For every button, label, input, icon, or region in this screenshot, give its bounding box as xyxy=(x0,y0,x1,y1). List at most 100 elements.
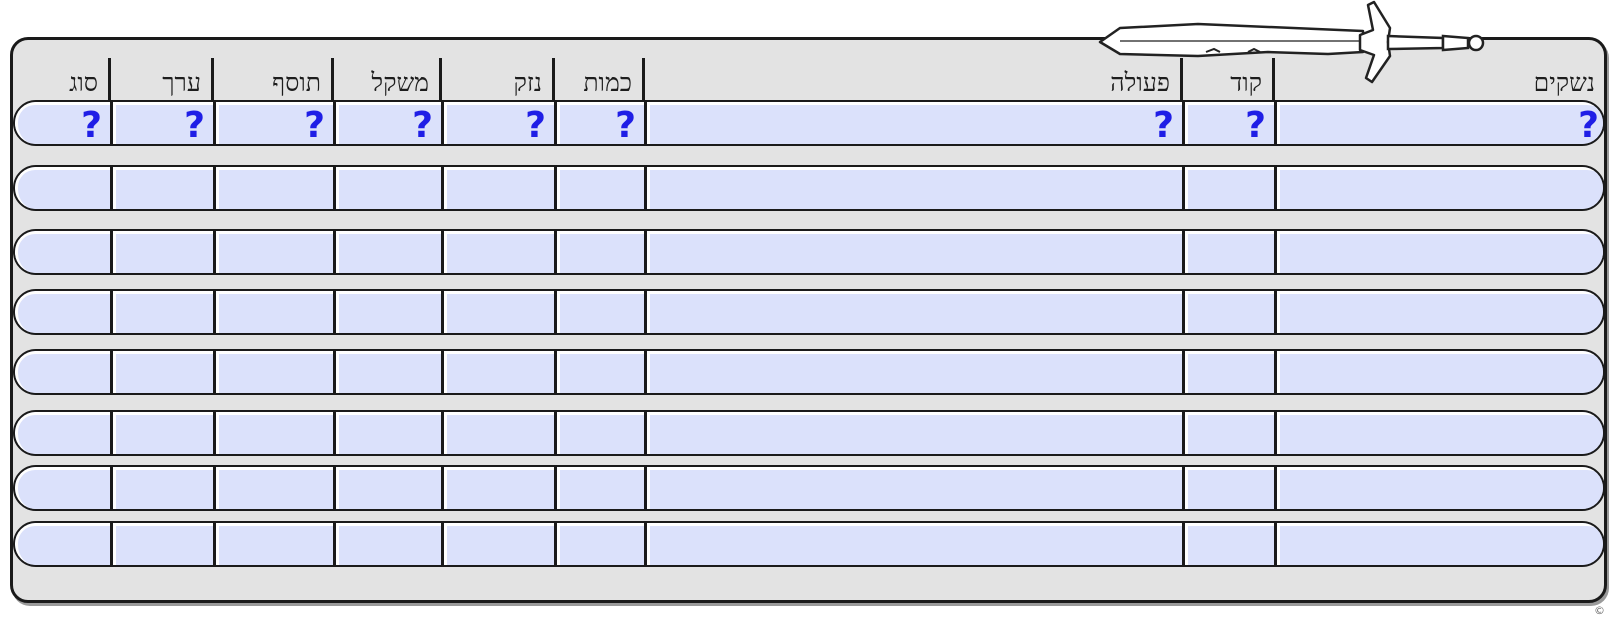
field-quantity[interactable] xyxy=(557,467,644,509)
field-quantity[interactable] xyxy=(557,412,644,454)
field-bonus[interactable] xyxy=(216,167,333,209)
field-weight[interactable] xyxy=(336,523,441,565)
help-question-icon[interactable]: ? xyxy=(615,105,636,144)
field-bonus[interactable] xyxy=(216,523,333,565)
field-damage[interactable] xyxy=(444,167,554,209)
field-bonus[interactable] xyxy=(216,351,333,393)
field-value[interactable] xyxy=(113,351,213,393)
help-question-icon[interactable]: ? xyxy=(1245,105,1266,144)
help-question-icon[interactable]: ? xyxy=(184,105,205,144)
field-code[interactable] xyxy=(1185,523,1274,565)
field-type[interactable] xyxy=(15,467,110,509)
field-weapons[interactable] xyxy=(1277,167,1603,209)
column-divider xyxy=(110,231,113,273)
field-damage[interactable] xyxy=(444,523,554,565)
column-divider xyxy=(110,412,113,454)
field-damage[interactable] xyxy=(444,412,554,454)
field-code[interactable] xyxy=(1185,412,1274,454)
field-weight[interactable] xyxy=(336,231,441,273)
field-weight[interactable] xyxy=(336,467,441,509)
field-weapons[interactable]: ? xyxy=(1277,102,1603,144)
column-divider xyxy=(441,102,444,144)
column-divider xyxy=(110,102,113,144)
field-value[interactable] xyxy=(113,291,213,333)
field-bonus[interactable] xyxy=(216,231,333,273)
column-divider xyxy=(213,351,216,393)
field-code[interactable] xyxy=(1185,291,1274,333)
field-bonus[interactable] xyxy=(216,291,333,333)
field-action[interactable] xyxy=(647,291,1182,333)
help-question-icon[interactable]: ? xyxy=(525,105,546,144)
field-type[interactable] xyxy=(15,231,110,273)
field-code[interactable] xyxy=(1185,351,1274,393)
field-bonus[interactable] xyxy=(216,467,333,509)
field-damage[interactable]: ? xyxy=(444,102,554,144)
field-quantity[interactable] xyxy=(557,523,644,565)
field-bonus[interactable] xyxy=(216,412,333,454)
field-type[interactable] xyxy=(15,412,110,454)
field-value[interactable] xyxy=(113,231,213,273)
field-weight[interactable] xyxy=(336,291,441,333)
field-weight[interactable]: ? xyxy=(336,102,441,144)
field-code[interactable] xyxy=(1185,467,1274,509)
column-divider xyxy=(213,467,216,509)
field-damage[interactable] xyxy=(444,231,554,273)
field-weapons[interactable] xyxy=(1277,351,1603,393)
field-value[interactable] xyxy=(113,467,213,509)
help-question-icon[interactable]: ? xyxy=(1578,105,1599,144)
field-damage[interactable] xyxy=(444,351,554,393)
field-value[interactable] xyxy=(113,523,213,565)
field-weight[interactable] xyxy=(336,351,441,393)
field-type[interactable] xyxy=(15,523,110,565)
column-header-type: סוג xyxy=(69,68,98,97)
field-value[interactable]: ? xyxy=(113,102,213,144)
field-weapons[interactable] xyxy=(1277,291,1603,333)
field-action[interactable] xyxy=(647,231,1182,273)
field-weight[interactable] xyxy=(336,412,441,454)
column-divider xyxy=(333,523,336,565)
field-weapons[interactable] xyxy=(1277,412,1603,454)
field-type[interactable]: ? xyxy=(15,102,110,144)
field-action[interactable]: ? xyxy=(647,102,1182,144)
field-weapons[interactable] xyxy=(1277,467,1603,509)
field-quantity[interactable] xyxy=(557,167,644,209)
field-value[interactable] xyxy=(113,412,213,454)
column-divider xyxy=(554,291,557,333)
field-damage[interactable] xyxy=(444,467,554,509)
column-divider xyxy=(333,467,336,509)
table-row xyxy=(13,229,1605,275)
column-divider xyxy=(333,167,336,209)
field-action[interactable] xyxy=(647,467,1182,509)
help-question-icon[interactable]: ? xyxy=(1153,105,1174,144)
field-action[interactable] xyxy=(647,412,1182,454)
table-header: סוג ערך תוסף משקל נזק כמות פעולה קוד נשקים xyxy=(0,55,1615,108)
help-question-icon[interactable]: ? xyxy=(81,105,102,144)
field-weight[interactable] xyxy=(336,167,441,209)
column-divider xyxy=(213,412,216,454)
field-code[interactable] xyxy=(1185,167,1274,209)
help-question-icon[interactable]: ? xyxy=(304,105,325,144)
field-type[interactable] xyxy=(15,351,110,393)
column-divider xyxy=(1182,102,1185,144)
field-quantity[interactable]: ? xyxy=(557,102,644,144)
help-question-icon[interactable]: ? xyxy=(412,105,433,144)
field-action[interactable] xyxy=(647,523,1182,565)
column-divider xyxy=(1182,167,1185,209)
field-bonus[interactable]: ? xyxy=(216,102,333,144)
field-damage[interactable] xyxy=(444,291,554,333)
field-type[interactable] xyxy=(15,291,110,333)
field-weapons[interactable] xyxy=(1277,231,1603,273)
copyright-mark: © xyxy=(1594,604,1605,617)
field-weapons[interactable] xyxy=(1277,523,1603,565)
field-action[interactable] xyxy=(647,351,1182,393)
field-value[interactable] xyxy=(113,167,213,209)
field-action[interactable] xyxy=(647,167,1182,209)
field-quantity[interactable] xyxy=(557,291,644,333)
field-code[interactable] xyxy=(1185,231,1274,273)
field-type[interactable] xyxy=(15,167,110,209)
column-divider xyxy=(213,167,216,209)
field-code[interactable]: ? xyxy=(1185,102,1274,144)
field-quantity[interactable] xyxy=(557,351,644,393)
column-divider xyxy=(213,102,216,144)
field-quantity[interactable] xyxy=(557,231,644,273)
